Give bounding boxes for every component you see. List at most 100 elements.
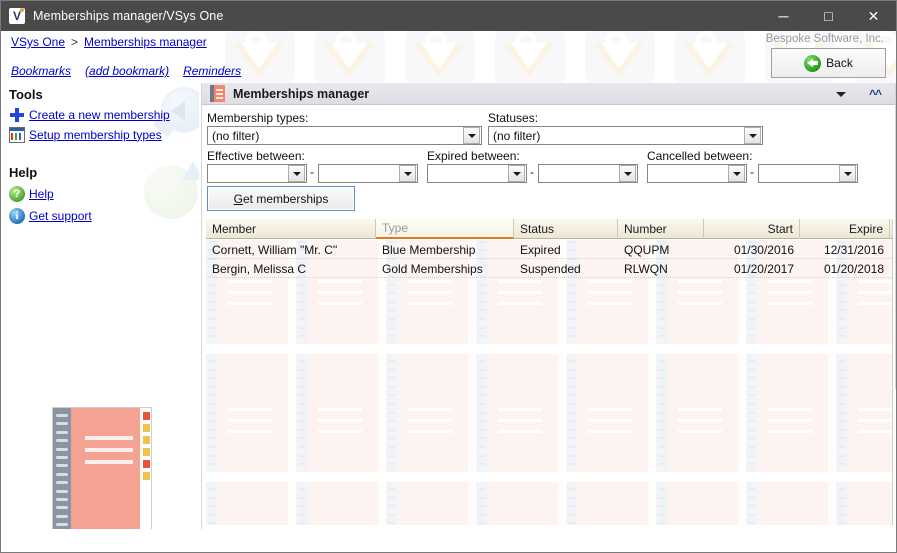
notebook-watermark-tile bbox=[476, 354, 564, 472]
expired-between-label: Expired between: bbox=[427, 149, 520, 163]
cancelled-between-from-input[interactable] bbox=[647, 164, 747, 183]
sidebar-item-get-support[interactable]: i Get support bbox=[1, 206, 92, 225]
back-button[interactable]: Back bbox=[771, 48, 886, 78]
window-title: Memberships manager/VSys One bbox=[33, 9, 223, 23]
plus-icon bbox=[9, 107, 25, 123]
body-area: ? Tools Create a new membership Setup me… bbox=[1, 83, 896, 529]
table-cell-label: Bergin, Melissa C bbox=[206, 262, 312, 276]
effective-between-dash: - bbox=[310, 165, 314, 179]
notebook-watermark-tile bbox=[566, 354, 654, 472]
breadcrumb: VSys One > Memberships manager bbox=[1, 31, 701, 53]
sidebar-item-create-membership[interactable]: Create a new membership bbox=[1, 105, 170, 124]
effective-between-to-input[interactable] bbox=[318, 164, 418, 183]
chevron-down-icon[interactable] bbox=[728, 165, 745, 182]
statuses-value: (no filter) bbox=[489, 129, 744, 143]
notebook-watermark-tile bbox=[386, 482, 474, 525]
table-cell-start: 01/30/2016 bbox=[704, 240, 800, 259]
main-panel: Memberships manager ^^ Membership types:… bbox=[201, 83, 896, 529]
grid-column-header-label: Status bbox=[514, 222, 560, 236]
notebook-watermark-tile bbox=[746, 482, 834, 525]
table-cell-label: Expired bbox=[514, 243, 567, 257]
chevron-down-icon[interactable] bbox=[744, 127, 761, 144]
table-row[interactable]: Cornett, William "Mr. C"Blue MembershipE… bbox=[206, 240, 893, 259]
membership-types-label: Membership types: bbox=[207, 111, 308, 125]
table-cell-member: Bergin, Melissa C bbox=[206, 259, 376, 278]
bookmarks-link[interactable]: Bookmarks bbox=[11, 64, 71, 78]
cancelled-between-dash: - bbox=[750, 165, 754, 179]
chevron-down-icon[interactable] bbox=[399, 165, 416, 182]
add-bookmark-link[interactable]: (add bookmark) bbox=[85, 64, 169, 78]
table-cell-expire: 01/20/2018 bbox=[800, 259, 890, 278]
notebook-watermark-tile bbox=[656, 482, 744, 525]
minimize-button[interactable]: ─ bbox=[761, 1, 806, 31]
breadcrumb-current-link[interactable]: Memberships manager bbox=[84, 35, 207, 49]
grid-right-edge bbox=[895, 83, 896, 389]
vsys-logo-icon: V bbox=[9, 8, 25, 24]
cancelled-between-to-input[interactable] bbox=[758, 164, 858, 183]
grid-column-header-start[interactable]: Start bbox=[704, 219, 800, 239]
chevron-down-icon[interactable] bbox=[619, 165, 636, 182]
grid-column-header-status[interactable]: Status bbox=[514, 219, 618, 239]
statuses-select[interactable]: (no filter) bbox=[488, 126, 763, 145]
tools-heading: Tools bbox=[1, 87, 43, 102]
title-bar: V Memberships manager/VSys One ─ □ ✕ bbox=[1, 1, 896, 31]
get-memberships-button[interactable]: Get memberships bbox=[207, 186, 355, 211]
grid-column-header-label: Start bbox=[762, 222, 799, 236]
sidebar-item-label: Get support bbox=[29, 209, 92, 223]
grid-background-watermark bbox=[206, 240, 893, 525]
sidebar-item-label: Setup membership types bbox=[29, 128, 162, 142]
table-cell-label: 01/20/2017 bbox=[728, 262, 800, 276]
sidebar-item-help[interactable]: ? Help bbox=[1, 184, 54, 203]
double-chevron-up-icon[interactable]: ^^ bbox=[863, 83, 887, 105]
notebook-watermark-tile bbox=[656, 354, 744, 472]
notebook-watermark-tile bbox=[296, 482, 384, 525]
table-cell-start: 01/20/2017 bbox=[704, 259, 800, 278]
table-cell-label: 01/30/2016 bbox=[728, 243, 800, 257]
reminders-link[interactable]: Reminders bbox=[183, 64, 241, 78]
chevron-down-icon[interactable] bbox=[463, 127, 480, 144]
expired-between-from-input[interactable] bbox=[427, 164, 527, 183]
sidebar-item-label: Help bbox=[29, 187, 54, 201]
chevron-down-icon[interactable] bbox=[288, 165, 305, 182]
grid-column-header-type[interactable]: Type bbox=[376, 219, 514, 239]
table-cell-label: Suspended bbox=[514, 262, 587, 276]
table-row[interactable]: Bergin, Melissa CGold MembershipsSuspend… bbox=[206, 259, 893, 278]
grid-column-header-expire[interactable]: Expire bbox=[800, 219, 890, 239]
sidebar-item-setup-membership-types[interactable]: Setup membership types bbox=[1, 125, 162, 144]
table-cell-status: Suspended bbox=[514, 259, 618, 278]
effective-between-label: Effective between: bbox=[207, 149, 305, 163]
maximize-button[interactable]: □ bbox=[806, 1, 851, 31]
grid-column-header-number[interactable]: Number bbox=[618, 219, 704, 239]
breadcrumb-root-link[interactable]: VSys One bbox=[11, 35, 65, 49]
effective-between-from-input[interactable] bbox=[207, 164, 307, 183]
memberships-grid[interactable]: MemberType Status Number StartExpire Cornet… bbox=[206, 219, 893, 525]
panel-title: Memberships manager bbox=[233, 87, 369, 101]
grid-column-header-label: Type bbox=[376, 221, 414, 235]
grid-column-header-extra-1[interactable] bbox=[890, 219, 893, 239]
chevron-down-icon[interactable] bbox=[829, 83, 853, 105]
table-cell-status: Expired bbox=[514, 240, 618, 259]
table-cell-member: Cornett, William "Mr. C" bbox=[206, 240, 376, 259]
company-label: Bespoke Software, Inc. bbox=[766, 33, 884, 45]
notebook-watermark-tile bbox=[566, 482, 654, 525]
info-circle-icon: i bbox=[9, 208, 25, 224]
chevron-down-icon[interactable] bbox=[508, 165, 525, 182]
chevron-down-icon[interactable] bbox=[839, 165, 856, 182]
notebook-watermark-tile bbox=[476, 482, 564, 525]
membership-types-value: (no filter) bbox=[208, 129, 463, 143]
get-memberships-label: et memberships bbox=[243, 192, 328, 206]
sidebar-item-label: Create a new membership bbox=[29, 108, 170, 122]
table-cell-number: QQUPM bbox=[618, 240, 704, 259]
help-heading: Help bbox=[1, 165, 37, 180]
notebook-watermark-tile bbox=[206, 482, 294, 525]
window-bottom-edge bbox=[1, 550, 896, 552]
back-button-label: Back bbox=[826, 56, 853, 70]
expired-between-to-input[interactable] bbox=[538, 164, 638, 183]
sidebar: ? Tools Create a new membership Setup me… bbox=[1, 83, 199, 529]
application-window: V Memberships manager/VSys One ─ □ ✕ VSy… bbox=[0, 0, 897, 553]
grid-column-header-member[interactable]: Member bbox=[206, 219, 376, 239]
close-button[interactable]: ✕ bbox=[851, 1, 896, 31]
table-cell-expire: 12/31/2016 bbox=[800, 240, 890, 259]
table-cell-label: RLWQN bbox=[618, 262, 674, 276]
membership-types-select[interactable]: (no filter) bbox=[207, 126, 482, 145]
